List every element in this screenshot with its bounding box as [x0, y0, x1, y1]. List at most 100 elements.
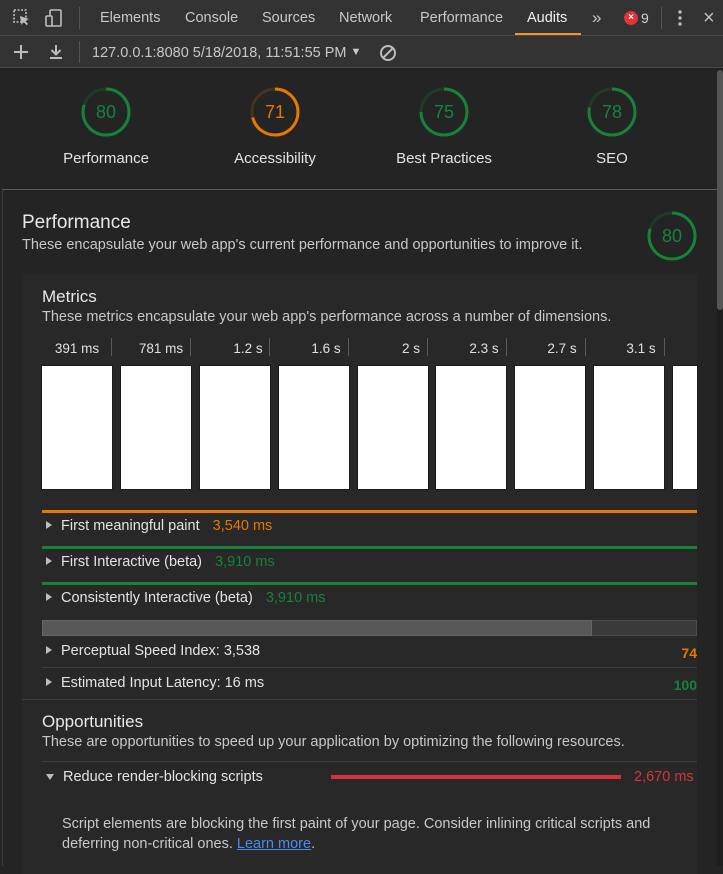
- timeline-tick: [190, 338, 191, 356]
- timeline-label: 1.6 s: [311, 341, 341, 356]
- opportunity-detail-text: Script elements are blocking the first p…: [62, 816, 651, 852]
- download-icon[interactable]: [46, 42, 66, 62]
- timeline-tick: [506, 338, 507, 356]
- metric-bar-pass: [42, 546, 697, 549]
- report-selector-label: 127.0.0.1:8080 5/18/2018, 11:51:55 PM: [92, 45, 347, 61]
- error-count[interactable]: 9: [641, 0, 649, 36]
- divider: [42, 761, 697, 762]
- opportunity-savings-bar: [331, 775, 621, 779]
- metric-label: Consistently Interactive (beta): [61, 590, 253, 606]
- tab-audits[interactable]: Audits: [527, 0, 567, 35]
- expand-triangle-icon: [46, 521, 52, 529]
- best-practices-gauge-label: Best Practices: [396, 150, 492, 167]
- metric-perceptual-speed-index[interactable]: Perceptual Speed Index: 3,538: [46, 643, 260, 659]
- timeline-label: 2 s: [401, 341, 420, 356]
- scrollbar-thumb[interactable]: [717, 70, 723, 310]
- filmstrip-frame: [279, 366, 349, 489]
- divider: [42, 667, 697, 668]
- opportunity-savings: 2,670 ms: [634, 769, 694, 785]
- active-tab-indicator: [515, 33, 581, 35]
- timeline-tick: [269, 338, 270, 356]
- performance-gauge-label: Performance: [63, 150, 149, 167]
- timeline-tick: [427, 338, 428, 356]
- expand-triangle-icon: [46, 557, 52, 565]
- collapse-triangle-icon: [46, 774, 54, 780]
- tab-sources[interactable]: Sources: [262, 0, 315, 35]
- metric-consistently-interactive[interactable]: Consistently Interactive (beta) 3,910 ms: [46, 590, 326, 606]
- report-selector[interactable]: 127.0.0.1:8080 5/18/2018, 11:51:55 PM ▼: [92, 36, 361, 69]
- opportunities-description: These are opportunities to speed up your…: [42, 734, 625, 750]
- timeline-label: 2.3 s: [469, 341, 499, 356]
- timeline-tick: [348, 338, 349, 356]
- filmstrip-frame: [200, 366, 270, 489]
- plus-icon[interactable]: [11, 42, 31, 62]
- seo-gauge-label: SEO: [596, 150, 628, 167]
- clear-icon[interactable]: [378, 43, 398, 63]
- metric-first-meaningful-paint[interactable]: First meaningful paint 3,540 ms: [46, 518, 272, 534]
- kebab-menu-icon[interactable]: [670, 8, 690, 28]
- filmstrip-frame: [121, 366, 191, 489]
- toolbar-divider: [661, 7, 662, 29]
- expand-triangle-icon: [46, 593, 52, 601]
- metrics-title: Metrics: [42, 287, 97, 306]
- timeline-label: 1.2 s: [233, 341, 263, 356]
- opportunities-title: Opportunities: [42, 712, 144, 731]
- metrics-description: These metrics encapsulate your web app's…: [42, 309, 612, 325]
- metric-bar-pass: [42, 582, 697, 585]
- filmstrip-frame: [436, 366, 506, 489]
- metric-first-interactive[interactable]: First Interactive (beta) 3,910 ms: [46, 554, 275, 570]
- metrics-progress-fill: [42, 620, 593, 636]
- metric-label: Estimated Input Latency: 16 ms: [61, 675, 265, 691]
- inspect-element-icon[interactable]: [12, 8, 32, 28]
- device-toolbar-icon[interactable]: [44, 8, 64, 28]
- filmstrip-frame: [42, 366, 112, 489]
- performance-score: 80: [95, 102, 117, 122]
- opportunity-detail: Script elements are blocking the first p…: [62, 814, 702, 854]
- best-practices-score: 75: [433, 102, 455, 122]
- metric-value: 3,910 ms: [265, 590, 326, 606]
- metric-score: 100: [673, 677, 697, 693]
- metric-label: First Interactive (beta): [61, 554, 203, 570]
- filmstrip-frame: [515, 366, 585, 489]
- timeline-label: 3.1 s: [626, 341, 656, 356]
- detail-period: .: [311, 836, 316, 852]
- tab-elements[interactable]: Elements: [100, 0, 160, 35]
- close-devtools-button[interactable]: ×: [703, 0, 715, 35]
- performance-section-title: Performance: [22, 212, 131, 233]
- metric-estimated-input-latency[interactable]: Estimated Input Latency: 16 ms: [46, 675, 264, 691]
- filmstrip-frame: [594, 366, 664, 489]
- devtools-tab-bar: Elements Console Sources Network Perform…: [0, 0, 723, 36]
- timeline-tick: [664, 338, 665, 356]
- opportunity-render-blocking-scripts[interactable]: Reduce render-blocking scripts: [46, 769, 263, 785]
- accessibility-gauge-label: Accessibility: [234, 150, 316, 167]
- performance-section-description: These encapsulate your web app's current…: [22, 237, 583, 253]
- error-icon[interactable]: ×: [624, 11, 638, 25]
- metric-label: First meaningful paint: [61, 518, 200, 534]
- audits-toolbar: 127.0.0.1:8080 5/18/2018, 11:51:55 PM ▼: [0, 36, 723, 68]
- metric-score: 74: [681, 645, 697, 661]
- timeline-label: 781 ms: [138, 341, 184, 356]
- learn-more-link[interactable]: Learn more: [237, 836, 311, 852]
- toolbar-divider: [79, 7, 80, 29]
- opportunity-label: Reduce render-blocking scripts: [63, 769, 263, 785]
- tab-performance[interactable]: Performance: [420, 0, 503, 35]
- metric-value: 3,540 ms: [212, 518, 273, 534]
- caret-down-icon: ▼: [350, 46, 362, 58]
- toolbar-divider: [79, 41, 80, 63]
- filmstrip-frame: [673, 366, 697, 489]
- tab-network[interactable]: Network: [339, 0, 392, 35]
- metric-label: Perceptual Speed Index: 3,538: [61, 643, 261, 659]
- accessibility-score: 71: [264, 102, 286, 122]
- filmstrip-frame: [358, 366, 428, 489]
- timeline-label: 391 ms: [54, 341, 100, 356]
- divider: [22, 699, 697, 700]
- metric-bar-average: [42, 510, 697, 513]
- timeline-tick: [111, 338, 112, 356]
- more-tabs-button[interactable]: »: [592, 0, 601, 35]
- tab-console[interactable]: Console: [185, 0, 238, 35]
- expand-triangle-icon: [46, 678, 52, 686]
- timeline-label: 2.7 s: [547, 341, 577, 356]
- timeline-tick: [585, 338, 586, 356]
- expand-triangle-icon: [46, 646, 52, 654]
- seo-score: 78: [601, 102, 623, 122]
